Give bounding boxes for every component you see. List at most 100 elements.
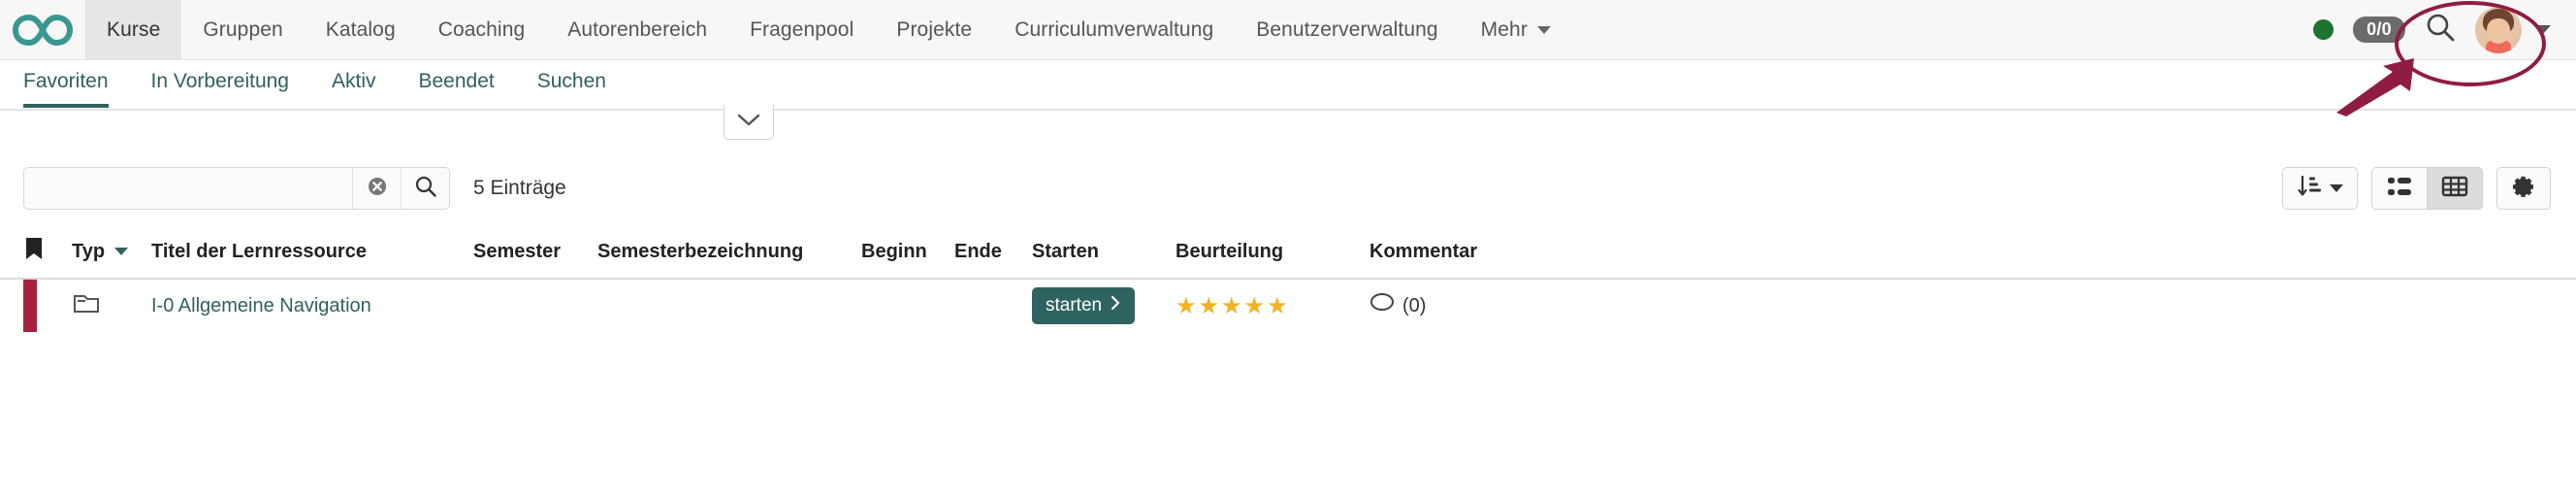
row-beurteilung-cell[interactable]: ★★★★★ xyxy=(1175,292,1369,320)
nav-item-projekte[interactable]: Projekte xyxy=(875,0,993,59)
course-icon xyxy=(72,295,101,320)
row-starten-cell: starten xyxy=(1032,287,1175,324)
top-navigation-bar: Kurse Gruppen Katalog Coaching Autorenbe… xyxy=(0,0,2576,86)
row-titel-cell[interactable]: I-0 Allgemeine Navigation xyxy=(151,295,473,317)
nav-label: Mehr xyxy=(1480,17,1528,41)
column-header-typ[interactable]: Typ xyxy=(72,241,151,263)
column-header-semester[interactable]: Semester xyxy=(473,241,597,263)
row-kommentar-cell[interactable]: (0) xyxy=(1369,292,1563,319)
search-submit-button[interactable] xyxy=(401,168,449,209)
start-label: starten xyxy=(1046,295,1103,316)
column-header-starten[interactable]: Starten xyxy=(1032,241,1175,263)
search-icon xyxy=(414,175,437,203)
learning-resources-table: Typ Titel der Lernressource Semester Sem… xyxy=(0,225,2576,332)
chevron-down-icon xyxy=(2330,184,2343,192)
infinity-logo-icon xyxy=(13,14,73,47)
column-label: Semester xyxy=(473,240,562,262)
user-menu[interactable] xyxy=(2475,6,2551,53)
sort-button[interactable] xyxy=(2282,167,2358,210)
row-typ-cell xyxy=(72,290,151,321)
column-header-semesterbezeichnung[interactable]: Semesterbezeichnung xyxy=(597,241,861,263)
nav-label: Projekte xyxy=(896,17,973,41)
sort-caret-icon xyxy=(114,248,129,255)
nav-label: Kurse xyxy=(107,17,161,41)
table-toolbar: 5 Einträge xyxy=(0,151,2576,225)
table-header-row: Typ Titel der Lernressource Semester Sem… xyxy=(0,225,2576,280)
tab-suchen[interactable]: Suchen xyxy=(516,70,628,106)
view-list-button[interactable] xyxy=(2371,167,2428,210)
column-header-titel[interactable]: Titel der Lernressource xyxy=(151,241,473,263)
header-search-button[interactable] xyxy=(2425,12,2456,48)
main-nav: Kurse Gruppen Katalog Coaching Autorenbe… xyxy=(85,0,1572,59)
comment-count: (0) xyxy=(1402,294,1427,316)
header-actions: 0/0 xyxy=(2313,0,2576,59)
tab-aktiv[interactable]: Aktiv xyxy=(310,70,398,106)
tab-beendet[interactable]: Beendet xyxy=(398,70,516,106)
search-icon xyxy=(2425,12,2456,48)
search-clear-button[interactable] xyxy=(352,168,401,209)
column-header-kommentar[interactable]: Kommentar xyxy=(1369,241,1563,263)
table-settings-button[interactable] xyxy=(2496,167,2551,210)
chevron-right-icon xyxy=(1110,295,1121,316)
column-label: Semesterbezeichnung xyxy=(597,240,804,262)
search-input[interactable] xyxy=(24,168,352,209)
nav-label: Curriculumverwaltung xyxy=(1014,17,1214,41)
nav-item-katalog[interactable]: Katalog xyxy=(305,0,417,59)
column-label: Typ xyxy=(72,240,106,262)
column-label: Starten xyxy=(1032,240,1099,262)
online-status-dot xyxy=(2313,19,2334,40)
entries-count: 5 Einträge xyxy=(473,177,566,199)
column-header-beginn[interactable]: Beginn xyxy=(861,241,954,263)
column-label: Kommentar xyxy=(1369,240,1478,262)
column-label: Ende xyxy=(954,240,1002,262)
table-view-icon xyxy=(2441,175,2468,203)
row-marker xyxy=(23,280,37,332)
column-label: Beginn xyxy=(861,240,927,262)
column-header-bookmark[interactable] xyxy=(23,236,72,267)
column-label: Beurteilung xyxy=(1175,240,1284,262)
nav-label: Fragenpool xyxy=(750,17,854,41)
bookmark-icon xyxy=(23,236,45,267)
nav-label: Autorenbereich xyxy=(567,17,708,41)
nav-label: Benutzerverwaltung xyxy=(1256,17,1438,41)
nav-label: Coaching xyxy=(437,17,526,41)
tab-label: Favoriten xyxy=(23,70,109,92)
tab-label: Beendet xyxy=(418,70,495,92)
list-view-icon xyxy=(2386,175,2413,203)
tab-label: In Vorbereitung xyxy=(150,70,289,92)
collapse-row xyxy=(0,105,2576,151)
column-header-ende[interactable]: Ende xyxy=(954,241,1032,263)
view-switcher xyxy=(2371,167,2483,210)
toolbar-right xyxy=(2282,167,2551,210)
tab-favoriten[interactable]: Favoriten xyxy=(23,70,130,108)
view-table-button[interactable] xyxy=(2428,167,2483,210)
nav-item-mehr[interactable]: Mehr xyxy=(1460,0,1572,59)
nav-label: Katalog xyxy=(325,17,396,41)
collapse-panel-toggle[interactable] xyxy=(724,105,774,140)
chevron-down-icon xyxy=(2535,25,2551,34)
resource-title-link[interactable]: I-0 Allgemeine Navigation xyxy=(151,295,371,316)
start-course-button[interactable]: starten xyxy=(1032,287,1136,324)
nav-label: Gruppen xyxy=(203,17,283,41)
column-header-beurteilung[interactable]: Beurteilung xyxy=(1175,241,1369,263)
avatar-face xyxy=(2487,17,2510,44)
notification-count-badge[interactable]: 0/0 xyxy=(2353,17,2405,43)
sort-descending-icon xyxy=(2297,174,2322,204)
star-rating[interactable]: ★★★★★ xyxy=(1175,293,1290,319)
nav-item-autorenbereich[interactable]: Autorenbereich xyxy=(546,0,728,59)
tab-in-vorbereitung[interactable]: In Vorbereitung xyxy=(130,70,310,106)
avatar[interactable] xyxy=(2475,6,2522,53)
nav-item-curriculumverwaltung[interactable]: Curriculumverwaltung xyxy=(993,0,1235,59)
nav-item-fragenpool[interactable]: Fragenpool xyxy=(728,0,875,59)
column-label: Titel der Lernressource xyxy=(151,240,367,262)
search-box xyxy=(23,167,450,210)
nav-item-gruppen[interactable]: Gruppen xyxy=(181,0,304,59)
table-row[interactable]: I-0 Allgemeine Navigation starten ★★★★★ xyxy=(0,280,2576,332)
nav-item-kurse[interactable]: Kurse xyxy=(85,0,182,59)
clear-circle-icon xyxy=(367,176,388,202)
app-logo[interactable] xyxy=(0,0,85,59)
nav-item-coaching[interactable]: Coaching xyxy=(417,0,547,59)
gear-icon xyxy=(2511,174,2536,204)
content-tabs: Favoriten In Vorbereitung Aktiv Beendet … xyxy=(0,60,2576,111)
nav-item-benutzerverwaltung[interactable]: Benutzerverwaltung xyxy=(1235,0,1459,59)
